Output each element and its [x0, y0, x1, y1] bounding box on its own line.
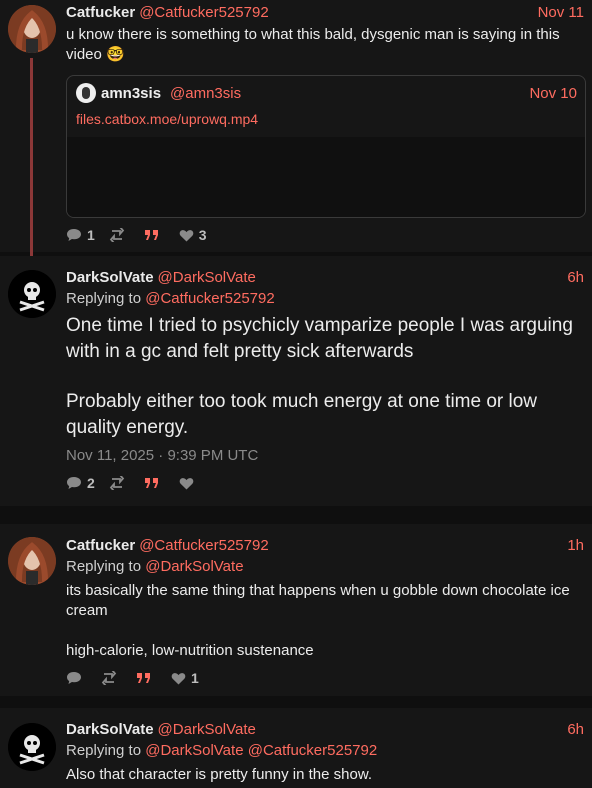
tweet-text: Also that character is pretty funny in t…: [66, 765, 586, 785]
retweet-stat[interactable]: [109, 476, 130, 490]
tweet-paragraph: Also that character is pretty funny in t…: [66, 766, 372, 783]
replying-to: Replying to @DarkSolVate @Catfucker52579…: [66, 742, 377, 760]
tweet-text: One time I tried to psychicly vamparize …: [66, 313, 586, 441]
tweet-1: Catfucker @Catfucker525792 Nov 11 u know …: [0, 0, 592, 256]
tweet-text: u know there is something to what this b…: [66, 25, 586, 65]
tweet-header: DarkSolVate @DarkSolVate 6h: [66, 721, 584, 739]
tweet-header: DarkSolVate @DarkSolVate 6h: [66, 269, 584, 287]
avatar-photo-icon: [8, 537, 56, 585]
skull-crossbones-icon: [8, 723, 56, 771]
tweet-date-link[interactable]: Nov 11: [538, 4, 584, 22]
quoted-tweet[interactable]: amn3sis @amn3sis Nov 10 files.catbox.moe…: [66, 75, 586, 218]
tweet-header: Catfucker @Catfucker525792 1h: [66, 537, 584, 555]
heart-icon: [179, 229, 194, 242]
tweet-header: Catfucker @Catfucker525792 Nov 11: [66, 4, 584, 22]
display-name[interactable]: DarkSolVate: [66, 269, 154, 286]
tweet-paragraph: high-calorie, low-nutrition sustenance: [66, 642, 314, 659]
reply-count: 2: [87, 475, 95, 491]
reply-to-username-link[interactable]: @DarkSolVate: [145, 742, 243, 759]
retweet-icon: [101, 671, 117, 685]
quoted-date-link[interactable]: Nov 10: [529, 85, 577, 102]
speech-bubble-icon: [67, 477, 81, 489]
reply-to-username-link[interactable]: @DarkSolVate: [145, 558, 243, 575]
nerd-face-emoji: 🤓: [106, 46, 125, 63]
speech-bubble-icon: [67, 672, 81, 684]
tweet-date-link[interactable]: 1h: [567, 537, 584, 555]
quoted-username-link[interactable]: @amn3sis: [170, 85, 241, 102]
like-stat[interactable]: 1: [171, 670, 199, 686]
avatar[interactable]: [8, 537, 56, 585]
quoted-media-link[interactable]: files.catbox.moe/uprowq.mp4: [76, 111, 258, 127]
quote-marks-icon: [144, 230, 158, 240]
quote-stat[interactable]: [144, 228, 165, 242]
like-stat[interactable]: 3: [179, 227, 207, 243]
reply-stat[interactable]: [66, 671, 87, 685]
tweet-date-link[interactable]: 6h: [567, 721, 584, 739]
quote-marks-icon: [137, 673, 150, 683]
reply-to-username-link[interactable]: @Catfucker525792: [248, 742, 377, 759]
avatar-photo-icon: [8, 5, 56, 53]
retweet-icon: [109, 228, 124, 242]
reply-count: 1: [87, 227, 95, 243]
quoted-media-area[interactable]: [67, 137, 585, 217]
tweet-3: Catfucker @Catfucker525792 1h Replying to…: [0, 524, 592, 696]
skull-crossbones-icon: [8, 270, 56, 318]
replying-to-label: Replying to: [66, 558, 142, 575]
thread-line: [30, 58, 33, 256]
username-link[interactable]: @DarkSolVate: [158, 269, 256, 286]
tweet-timestamp[interactable]: Nov 11, 2025 · 9:39 PM UTC: [66, 447, 258, 464]
like-count: 1: [191, 670, 199, 686]
tweet-date-link[interactable]: 6h: [567, 269, 584, 287]
avatar[interactable]: [8, 723, 56, 771]
replying-to-label: Replying to: [66, 742, 142, 759]
reply-stat[interactable]: 2: [66, 475, 95, 491]
display-name[interactable]: Catfucker: [66, 4, 135, 21]
username-link[interactable]: @DarkSolVate: [158, 721, 256, 738]
tweet-text-body: u know there is something to what this b…: [66, 26, 560, 63]
reply-to-username-link[interactable]: @Catfucker525792: [145, 290, 274, 307]
tweet-text: its basically the same thing that happen…: [66, 581, 586, 661]
avatar[interactable]: [8, 5, 56, 53]
speech-bubble-icon: [67, 229, 81, 241]
tweet-paragraph: its basically the same thing that happen…: [66, 582, 570, 619]
reply-stat[interactable]: 1: [66, 227, 95, 243]
display-name[interactable]: DarkSolVate: [66, 721, 154, 738]
replying-to-label: Replying to: [66, 290, 142, 307]
quote-stat[interactable]: [136, 671, 157, 685]
tweet-paragraph: Probably either too took much energy at …: [66, 391, 538, 438]
quoted-avatar[interactable]: [76, 83, 96, 103]
tweet-stats: 2: [66, 475, 213, 491]
tweet-stats: 1: [66, 670, 213, 686]
quoted-display-name[interactable]: amn3sis: [101, 85, 161, 102]
like-stat[interactable]: [179, 477, 199, 490]
username-link[interactable]: @Catfucker525792: [139, 4, 268, 21]
heart-icon: [171, 672, 186, 685]
tweet-2: DarkSolVate @DarkSolVate 6h Replying to @…: [0, 256, 592, 506]
quote-marks-icon: [144, 478, 158, 488]
like-count: 3: [198, 227, 207, 243]
avatar[interactable]: [8, 270, 56, 318]
replying-to: Replying to @Catfucker525792: [66, 290, 275, 308]
replying-to: Replying to @DarkSolVate: [66, 558, 244, 576]
display-name[interactable]: Catfucker: [66, 537, 135, 554]
username-link[interactable]: @Catfucker525792: [139, 537, 268, 554]
retweet-icon: [109, 476, 124, 490]
quote-stat[interactable]: [144, 476, 165, 490]
retweet-stat[interactable]: [101, 671, 122, 685]
retweet-stat[interactable]: [109, 228, 130, 242]
tweet-paragraph: One time I tried to psychicly vamparize …: [66, 315, 573, 362]
tweet-stats: 1 3: [66, 227, 221, 243]
heart-icon: [179, 477, 194, 490]
tweet-4: DarkSolVate @DarkSolVate 6h Replying to @…: [0, 708, 592, 788]
